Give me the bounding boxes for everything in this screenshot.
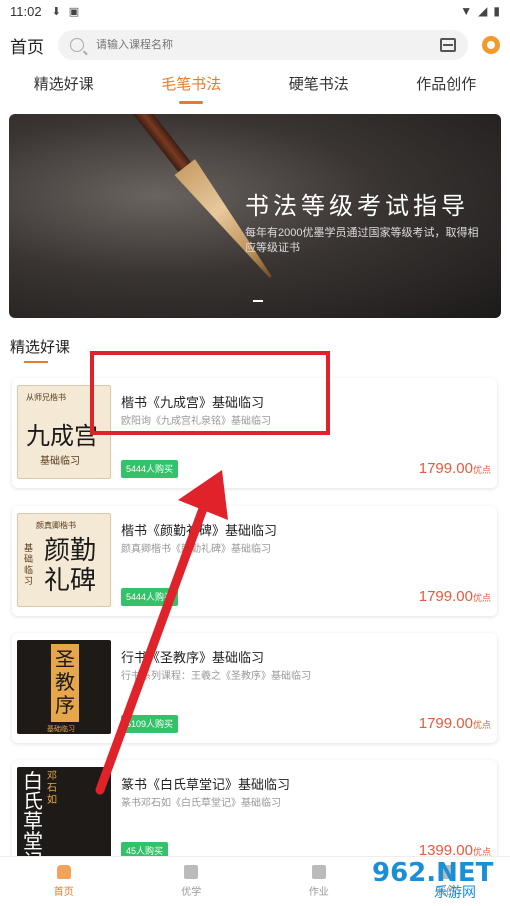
search-icon bbox=[70, 38, 84, 52]
banner-subtitle: 每年有2000优墨学员通过国家等级考试，取得相应等级证书 bbox=[245, 227, 479, 254]
download-icon: ⬇ bbox=[51, 5, 61, 18]
nav-label: 首页 bbox=[53, 887, 74, 898]
homework-icon bbox=[311, 865, 326, 879]
site-watermark: 962.NET 乐游网 bbox=[372, 858, 506, 902]
thumb-text: 白氏草堂记 bbox=[23, 769, 43, 861]
banner-title: 书法等级考试指导 bbox=[245, 192, 469, 220]
tab-brush-calligraphy[interactable]: 毛笔书法 bbox=[128, 72, 256, 104]
signal-icon: ◢ bbox=[478, 4, 488, 18]
price-value: 1799.00 bbox=[418, 588, 473, 605]
course-title: 楷书《颜勤礼碑》基础临习 bbox=[121, 523, 278, 538]
alarm-clock-icon[interactable] bbox=[482, 36, 500, 54]
learn-icon bbox=[184, 865, 199, 879]
tab-featured[interactable]: 精选好课 bbox=[0, 72, 128, 104]
course-card[interactable]: 颜真卿楷书 颜勤礼碑 基础临习 楷书《颜勤礼碑》基础临习 颜真卿楷书《颜勤礼碑》… bbox=[12, 506, 497, 616]
page-title: 首页 bbox=[10, 37, 44, 57]
wifi-icon: ▼ bbox=[460, 4, 473, 18]
course-thumbnail: 圣教序 基础临习 bbox=[17, 640, 111, 734]
search-bar[interactable] bbox=[58, 30, 468, 60]
brush-handle bbox=[105, 114, 193, 174]
price-value: 1799.00 bbox=[418, 715, 473, 732]
nav-learn[interactable]: 优学 bbox=[128, 857, 256, 906]
price-unit: 优点 bbox=[472, 720, 491, 730]
buyers-badge: 5109人购买 bbox=[121, 715, 179, 733]
battery-icon: ▮ bbox=[493, 4, 500, 18]
nav-label: 优学 bbox=[181, 887, 202, 898]
brush-hair bbox=[174, 159, 281, 285]
category-tabs: 精选好课 毛笔书法 硬笔书法 作品创作 bbox=[0, 72, 510, 104]
price-value: 1799.00 bbox=[418, 460, 473, 477]
home-icon bbox=[56, 865, 71, 879]
course-subtitle: 颜真卿楷书《颜勤礼碑》基础临习 bbox=[121, 544, 271, 555]
nav-homework[interactable]: 作业 bbox=[255, 857, 383, 906]
course-price: 1799.00优点 bbox=[419, 460, 491, 477]
thumb-caption: 基础临习 bbox=[24, 544, 34, 587]
thumb-caption: 基础临习 bbox=[47, 725, 75, 733]
course-card[interactable]: 圣教序 基础临习 行书《圣教序》基础临习 行书系列课程：王羲之《圣教序》基础临习… bbox=[12, 633, 497, 743]
course-card[interactable]: 白氏草堂记 邓石如 篆书《白氏草堂记》基础临习 篆书邓石如《白氏草堂记》基础临习… bbox=[12, 760, 497, 870]
watermark-sub: 乐游网 bbox=[434, 884, 476, 900]
carousel-indicator bbox=[253, 300, 263, 302]
price-unit: 优点 bbox=[472, 465, 491, 475]
thumb-top-text: 颜真卿楷书 bbox=[36, 521, 76, 530]
search-input[interactable] bbox=[96, 39, 434, 51]
buyers-badge: 5444人购买 bbox=[121, 588, 179, 606]
tab-works[interactable]: 作品创作 bbox=[383, 72, 510, 104]
course-price: 1799.00优点 bbox=[419, 588, 491, 605]
course-subtitle: 行书系列课程：王羲之《圣教序》基础临习 bbox=[121, 671, 311, 682]
section-title: 精选好课 bbox=[10, 336, 70, 363]
thumb-text: 颜勤礼碑 bbox=[44, 536, 97, 596]
thumb-text: 九成宫 bbox=[26, 422, 98, 450]
thumb-caption: 邓石如 bbox=[47, 771, 57, 806]
notification-icon: ▣ bbox=[68, 5, 80, 18]
nav-label: 作业 bbox=[308, 887, 329, 898]
course-price: 1799.00优点 bbox=[419, 715, 491, 732]
status-bar: 11:02 ⬇ ▣ ▼ ◢ ▮ bbox=[0, 0, 510, 22]
status-right: ▼ ◢ ▮ bbox=[460, 4, 500, 18]
scan-icon[interactable] bbox=[440, 38, 456, 52]
annotation-highlight-box bbox=[90, 351, 330, 435]
thumb-top-text: 从师兄楷书 bbox=[26, 393, 66, 402]
header: 首页 bbox=[0, 28, 510, 62]
buyers-badge: 5444人购买 bbox=[121, 460, 179, 478]
thumb-caption: 基础临习 bbox=[40, 456, 80, 467]
course-thumbnail: 白氏草堂记 邓石如 bbox=[17, 767, 111, 861]
nav-home[interactable]: 首页 bbox=[0, 857, 128, 906]
status-time: 11:02 bbox=[10, 3, 42, 19]
course-title: 篆书《白氏草堂记》基础临习 bbox=[121, 777, 291, 792]
tab-pen-calligraphy[interactable]: 硬笔书法 bbox=[255, 72, 383, 104]
thumb-text: 圣教序 bbox=[55, 647, 75, 717]
course-thumbnail: 颜真卿楷书 颜勤礼碑 基础临习 bbox=[17, 513, 111, 607]
course-subtitle: 篆书邓石如《白氏草堂记》基础临习 bbox=[121, 798, 281, 809]
promo-banner[interactable]: 书法等级考试指导 每年有2000优墨学员通过国家等级考试，取得相应等级证书 bbox=[9, 114, 501, 318]
price-unit: 优点 bbox=[472, 593, 491, 603]
course-title: 行书《圣教序》基础临习 bbox=[121, 650, 265, 665]
